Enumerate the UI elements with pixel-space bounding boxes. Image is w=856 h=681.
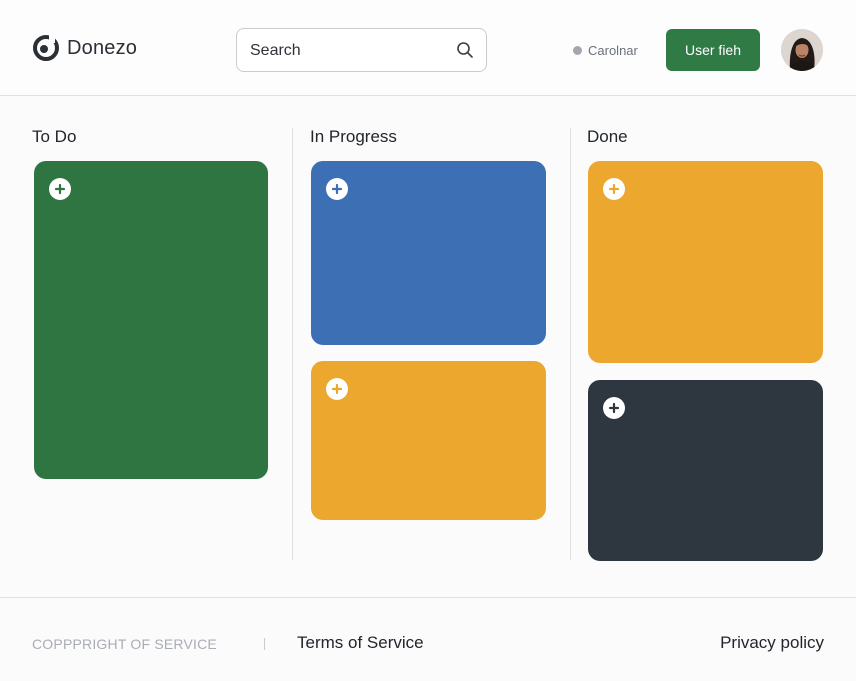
task-card[interactable]: [34, 161, 268, 479]
avatar[interactable]: [781, 29, 823, 71]
task-card[interactable]: [311, 361, 546, 520]
donezo-logo-icon: [33, 35, 59, 61]
footer-divider: [264, 638, 265, 650]
search-input[interactable]: [250, 39, 450, 63]
column-title: In Progress: [310, 127, 397, 146]
user-status: Carolnar: [573, 43, 638, 58]
card-badge[interactable]: [603, 397, 625, 419]
plus-icon: [608, 183, 620, 195]
task-card[interactable]: [588, 380, 823, 561]
search-icon[interactable]: [456, 41, 474, 59]
card-badge[interactable]: [603, 178, 625, 200]
user-button[interactable]: User fieh: [666, 29, 760, 71]
plus-icon: [331, 383, 343, 395]
card-badge[interactable]: [326, 178, 348, 200]
column-divider: [570, 128, 571, 560]
plus-icon: [54, 183, 66, 195]
column-divider: [292, 128, 293, 560]
card-badge[interactable]: [49, 178, 71, 200]
app-header: Donezo Carolnar User fieh: [0, 0, 856, 96]
search-box[interactable]: [236, 28, 487, 72]
column-in-progress: In Progress: [310, 127, 397, 147]
privacy-link[interactable]: Privacy policy: [720, 633, 824, 653]
plus-icon: [608, 402, 620, 414]
brand-logo[interactable]: Donezo: [33, 35, 137, 61]
avatar-portrait-icon: [781, 29, 823, 71]
plus-icon: [331, 183, 343, 195]
task-card[interactable]: [311, 161, 546, 345]
brand-name: Donezo: [67, 36, 138, 59]
column-title: To Do: [32, 127, 77, 146]
task-card[interactable]: [588, 161, 823, 363]
card-badge[interactable]: [326, 378, 348, 400]
status-label: Carolnar: [588, 43, 638, 58]
copyright-text: COPPPRIGHT OF SERVICE: [32, 636, 217, 652]
column-title: Done: [587, 127, 628, 146]
column-done: Done: [587, 127, 628, 147]
terms-link[interactable]: Terms of Service: [297, 633, 424, 653]
column-todo: To Do: [32, 127, 76, 147]
status-dot-icon: [573, 46, 582, 55]
app-footer: COPPPRIGHT OF SERVICE Terms of Service P…: [0, 597, 856, 681]
